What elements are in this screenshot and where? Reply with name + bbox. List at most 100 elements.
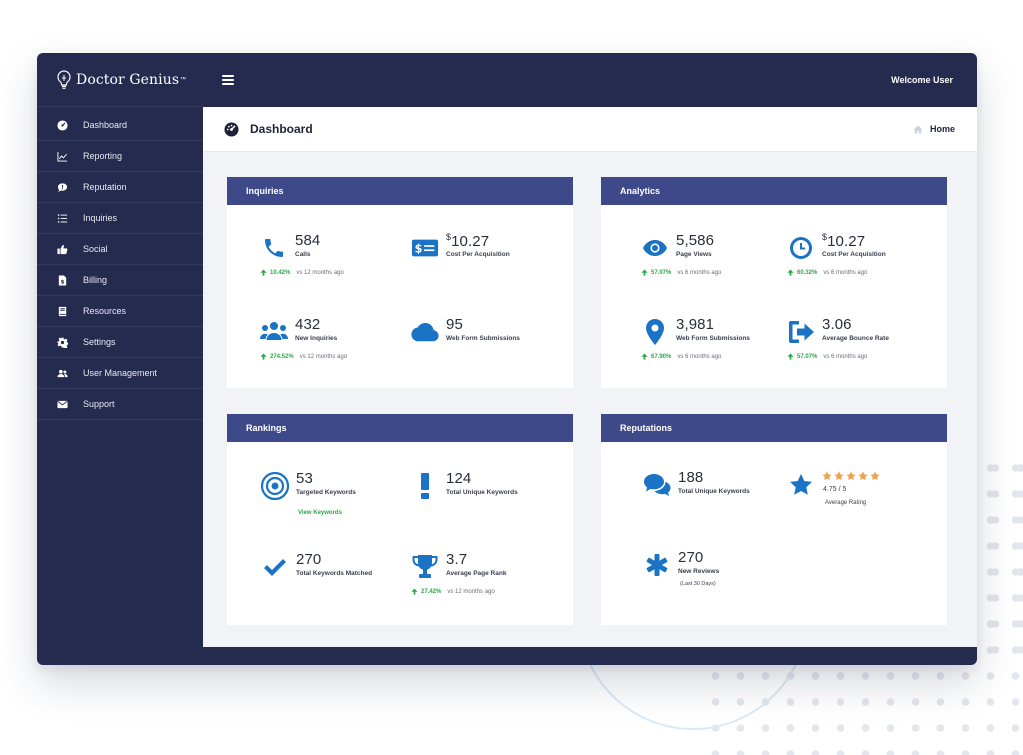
app-window: Doctor Genius ™ Dashboard Reporting Repu…: [37, 53, 977, 665]
book-icon: [57, 306, 68, 317]
sidebar-item-label: Reputation: [83, 182, 127, 192]
cloud-icon: [411, 318, 439, 346]
arrow-up-icon: [641, 269, 648, 276]
brand-logo[interactable]: Doctor Genius ™: [37, 53, 203, 107]
hamburger-menu-icon[interactable]: [222, 75, 234, 85]
metric-label: New Inquiries: [295, 335, 338, 342]
asterisk-icon: [643, 551, 671, 579]
change-compare: vs 12 months ago: [447, 588, 495, 595]
checkmark-icon: [261, 553, 289, 581]
footer-bar: [203, 647, 977, 665]
change-percent: 57.07%: [651, 269, 672, 276]
change-compare: vs 6 months ago: [677, 353, 722, 360]
metric-label: Total Unique Keywords: [678, 488, 750, 495]
gear-icon: [57, 336, 68, 348]
reputations-card: Reputations 188 Total Unique Keywords 4.…: [601, 414, 947, 625]
change-percent: 27.42%: [421, 588, 442, 595]
star-icon: [834, 471, 844, 481]
sidebar-item-label: Resources: [83, 306, 127, 316]
chart-icon: [57, 151, 68, 162]
sidebar: Doctor Genius ™ Dashboard Reporting Repu…: [37, 53, 203, 665]
metric-label: Total Unique Keywords: [446, 489, 518, 496]
metric-value: 3,981: [676, 316, 715, 333]
exclamation-icon: [411, 472, 439, 500]
svg-text:$: $: [415, 243, 423, 256]
metric-value: 270: [296, 551, 322, 568]
change-percent: 10.42%: [270, 269, 291, 276]
rating-value: 4.75 / 5: [823, 486, 847, 493]
metric-label: Cost Per Acquisition: [822, 251, 886, 258]
metric-label: Average Page Rank: [446, 570, 507, 577]
dollar-card-icon: $: [411, 234, 439, 262]
metric-change: 10.42% vs 12 months ago: [260, 269, 344, 276]
sidebar-item-label: Settings: [83, 337, 116, 347]
card-header: Rankings: [227, 414, 573, 442]
page-title: Dashboard: [250, 122, 313, 136]
metric-value: 270: [678, 549, 704, 566]
sidebar-item-reporting[interactable]: Reporting: [37, 141, 203, 172]
change-compare: vs 6 months ago: [677, 269, 722, 276]
metric-value: 53: [296, 470, 313, 487]
metric-value: 95: [446, 316, 463, 333]
metric-label: New Reviews: [678, 568, 720, 575]
breadcrumb[interactable]: Home: [913, 124, 955, 134]
sidebar-item-resources[interactable]: Resources: [37, 296, 203, 327]
metric-change: 274.52% vs 12 months ago: [260, 353, 347, 360]
dashboard-icon: [57, 119, 68, 131]
sidebar-item-billing[interactable]: $ Billing: [37, 265, 203, 296]
brand-trademark: ™: [180, 76, 187, 83]
star-icon: [787, 471, 815, 499]
eye-icon: [641, 234, 669, 262]
clock-icon: [787, 234, 815, 262]
sidebar-item-inquiries[interactable]: Inquiries: [37, 203, 203, 234]
rating-stars: [822, 471, 882, 481]
sidebar-item-settings[interactable]: Settings: [37, 327, 203, 358]
users-icon: [57, 368, 68, 379]
card-header: Analytics: [601, 177, 947, 205]
metric-change: 67.90% vs 6 months ago: [641, 353, 721, 360]
metric-value: $10.27: [822, 232, 865, 250]
metric-label: Calls: [295, 251, 311, 258]
sidebar-item-social[interactable]: Social: [37, 234, 203, 265]
sidebar-item-reputation[interactable]: Reputation: [37, 172, 203, 203]
star-icon: [858, 471, 868, 481]
metric-amount: 10.27: [827, 233, 866, 250]
reviews-period-note: (Last 30 Days): [680, 581, 716, 587]
metric-value: 432: [295, 316, 321, 333]
sidebar-item-user-management[interactable]: User Management: [37, 358, 203, 389]
metric-value: 584: [295, 232, 321, 249]
metric-change: 57.07% vs 6 months ago: [787, 353, 867, 360]
view-keywords-link[interactable]: View Keywords: [298, 510, 342, 516]
sidebar-item-label: User Management: [83, 368, 158, 378]
star-icon: [846, 471, 856, 481]
analytics-card: Analytics 5,586 Page Views 57.07% vs 6 mo…: [601, 177, 947, 388]
metric-value: 3.7: [446, 551, 468, 568]
page-header: Dashboard Home: [203, 107, 977, 152]
change-percent: 274.52%: [270, 353, 294, 360]
map-pin-icon: [641, 318, 669, 346]
chat-icon: [57, 182, 68, 193]
arrow-up-icon: [641, 353, 648, 360]
inquiries-card: Inquiries 584 Calls 10.42% vs 12 months a…: [227, 177, 573, 388]
sidebar-item-support[interactable]: Support: [37, 389, 203, 420]
change-compare: vs 12 months ago: [299, 353, 348, 360]
metric-label: Total Keywords Matched: [296, 570, 373, 577]
metric-label: Page Views: [676, 251, 712, 258]
sidebar-item-label: Dashboard: [83, 120, 128, 130]
home-icon: [913, 125, 923, 133]
change-compare: vs 6 months ago: [823, 353, 868, 360]
phone-icon: [260, 234, 288, 262]
star-icon: [870, 471, 880, 481]
dashboard-icon: [224, 121, 239, 137]
sidebar-item-label: Reporting: [83, 151, 123, 161]
sidebar-item-label: Inquiries: [83, 213, 118, 223]
metric-label: Cost Per Acquisition: [446, 251, 510, 258]
thumbs-up-icon: [57, 244, 68, 255]
welcome-user[interactable]: Welcome User: [891, 75, 953, 85]
sidebar-item-dashboard[interactable]: Dashboard: [37, 110, 203, 141]
users-group-icon: [260, 318, 288, 346]
sidebar-item-label: Support: [83, 399, 115, 409]
metric-label: Web Form Submissions: [446, 335, 520, 342]
breadcrumb-home[interactable]: Home: [930, 124, 955, 134]
metric-value: 124: [446, 470, 472, 487]
